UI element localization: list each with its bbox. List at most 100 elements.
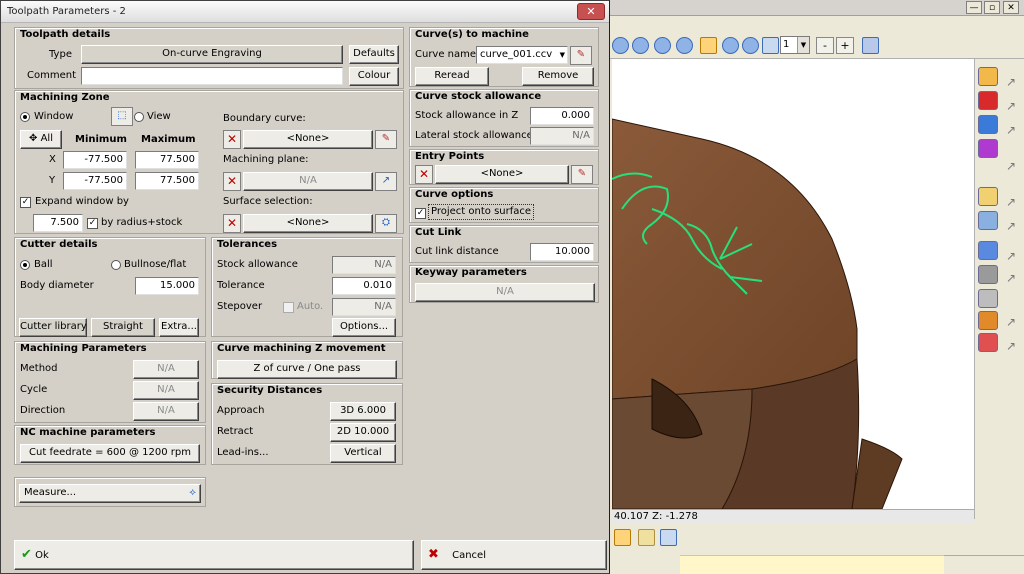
direction-button[interactable]: N/A	[133, 402, 199, 421]
stock-tool-icon[interactable]	[978, 289, 998, 308]
entry-points-select[interactable]: <None>	[435, 165, 569, 184]
help-icon[interactable]	[660, 529, 677, 546]
nc-program-icon[interactable]	[978, 333, 998, 352]
expand-arrow-icon[interactable]: ↗	[1004, 159, 1018, 173]
pick-curve-icon[interactable]: ✎	[375, 130, 397, 149]
remove-button[interactable]: Remove	[522, 67, 594, 86]
expand-arrow-icon[interactable]: ↗	[1004, 249, 1018, 263]
pan-icon[interactable]	[676, 37, 693, 54]
expand-arrow-icon[interactable]: ↗	[1004, 99, 1018, 113]
zoom-level-select[interactable]: 1 ▼	[780, 36, 810, 54]
pattern-tool-icon[interactable]	[978, 241, 998, 260]
stepover-input[interactable]: N/A	[332, 298, 396, 316]
clear-entry-icon[interactable]: ✕	[415, 165, 433, 184]
x-max-input[interactable]: 77.500	[135, 151, 199, 169]
toolpath-tool-icon[interactable]	[978, 187, 998, 206]
simulation-tool-icon[interactable]	[978, 311, 998, 330]
shading-tool-icon[interactable]	[978, 139, 998, 158]
tolerance-input[interactable]: 0.010	[332, 277, 396, 295]
zoom-out-icon[interactable]	[654, 37, 671, 54]
view-radio[interactable]	[134, 112, 144, 122]
clear-boundary-icon[interactable]: ✕	[223, 130, 241, 149]
cutter-tool-icon[interactable]	[978, 265, 998, 284]
stock-allowance-input[interactable]: N/A	[332, 256, 396, 274]
pick-entry-icon[interactable]: ✎	[571, 165, 593, 184]
window-pick-icon[interactable]: ⬚	[111, 107, 133, 126]
solid-tool-icon[interactable]	[978, 91, 998, 110]
z-movement-button[interactable]: Z of curve / One pass	[217, 360, 397, 379]
window-radio[interactable]	[20, 112, 30, 122]
measure-button[interactable]: Measure... ⟡	[19, 484, 201, 503]
cut-link-distance-input[interactable]: 10.000	[530, 243, 594, 261]
clear-plane-icon[interactable]: ✕	[223, 172, 241, 191]
cancel-button[interactable]: ✖ Cancel	[421, 540, 607, 570]
bullnose-radio[interactable]	[111, 260, 121, 270]
close-app-button[interactable]: ✕	[1003, 1, 1019, 14]
view-options-icon[interactable]	[762, 37, 779, 54]
y-max-input[interactable]: 77.500	[135, 172, 199, 190]
options-button[interactable]: Options...	[332, 318, 396, 337]
pick-surface-icon[interactable]: ⛭	[375, 214, 397, 233]
auto-stepover-checkbox[interactable]	[283, 302, 294, 313]
lateral-stock-input[interactable]: N/A	[530, 127, 594, 145]
defaults-button[interactable]: Defaults	[349, 45, 399, 64]
ok-button[interactable]: ✔ Ok	[14, 540, 414, 570]
expand-window-input[interactable]: 7.500	[33, 214, 83, 232]
expand-arrow-icon[interactable]: ↗	[1004, 75, 1018, 89]
pick-plane-icon[interactable]: ↗	[375, 172, 397, 191]
by-radius-checkbox[interactable]: ✓	[87, 218, 98, 229]
cut-feedrate-button[interactable]: Cut feedrate = 600 @ 1200 rpm	[20, 444, 200, 463]
pick-curve-icon[interactable]: ✎	[570, 46, 592, 65]
x-min-input[interactable]: -77.500	[63, 151, 127, 169]
stock-in-z-input[interactable]: 0.000	[530, 107, 594, 125]
crosshair-icon[interactable]	[700, 37, 717, 54]
boundary-curve-select[interactable]: <None>	[243, 130, 373, 149]
cycle-button[interactable]: N/A	[133, 381, 199, 400]
zoom-window-icon[interactable]	[612, 37, 629, 54]
y-min-input[interactable]: -77.500	[63, 172, 127, 190]
expand-arrow-icon[interactable]: ↗	[1004, 123, 1018, 137]
ball-radio[interactable]	[20, 260, 30, 270]
approach-button[interactable]: 3D 6.000	[330, 402, 396, 421]
box-tool-icon[interactable]	[978, 115, 998, 134]
machining-plane-select[interactable]: N/A	[243, 172, 373, 191]
3d-viewport[interactable]	[612, 59, 974, 509]
clear-surface-icon[interactable]: ✕	[223, 214, 241, 233]
extra-button[interactable]: Extra...	[159, 318, 199, 337]
boundary-tool-icon[interactable]	[978, 211, 998, 230]
layers-icon[interactable]	[862, 37, 879, 54]
keyway-button[interactable]: N/A	[415, 283, 595, 302]
cutter-details-group: Cutter details Ball Bullnose/flat Body d…	[14, 237, 206, 337]
surface-tool-icon[interactable]	[978, 67, 998, 86]
keyway-group: Keyway parameters N/A	[409, 265, 599, 303]
retract-button[interactable]: 2D 10.000	[330, 423, 396, 442]
surface-selection-select[interactable]: <None>	[243, 214, 373, 233]
snap-icon[interactable]	[638, 529, 655, 546]
all-button[interactable]: ✥ All	[20, 130, 62, 149]
expand-arrow-icon[interactable]: ↗	[1004, 315, 1018, 329]
expand-arrow-icon[interactable]: ↗	[1004, 195, 1018, 209]
reread-button[interactable]: Reread	[415, 67, 489, 86]
colour-button[interactable]: Colour	[349, 67, 399, 86]
method-button[interactable]: N/A	[133, 360, 199, 379]
zoom-in-icon[interactable]	[632, 37, 649, 54]
zoom-minus-button[interactable]: -	[816, 37, 834, 54]
curve-name-select[interactable]: curve_001.ccv ▼	[476, 46, 568, 64]
fit-view-icon[interactable]	[742, 37, 759, 54]
zoom-plus-button[interactable]: +	[836, 37, 854, 54]
minimize-button[interactable]: —	[966, 1, 982, 14]
group-title: Toolpath details	[20, 29, 111, 40]
dialog-close-button[interactable]: ✕	[577, 3, 605, 20]
expand-arrow-icon[interactable]: ↗	[1004, 339, 1018, 353]
expand-window-checkbox[interactable]: ✓	[20, 197, 31, 208]
selection-filter-icon[interactable]	[614, 529, 631, 546]
expand-arrow-icon[interactable]: ↗	[1004, 271, 1018, 285]
project-onto-surface-checkbox[interactable]: ✓	[415, 208, 426, 219]
comment-input[interactable]	[81, 67, 343, 85]
expand-arrow-icon[interactable]: ↗	[1004, 219, 1018, 233]
leadins-button[interactable]: Vertical	[330, 444, 396, 463]
body-diameter-input[interactable]: 15.000	[135, 277, 199, 295]
rotate-icon[interactable]	[722, 37, 739, 54]
cutter-library-button[interactable]: Cutter library	[19, 318, 87, 337]
maximize-button[interactable]: ▫	[984, 1, 1000, 14]
